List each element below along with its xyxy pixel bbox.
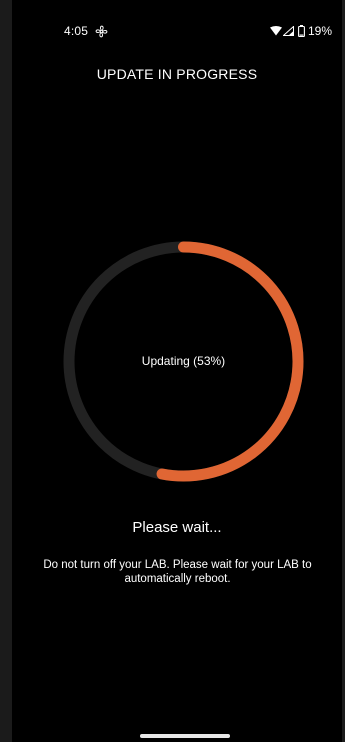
battery-icon <box>298 25 305 37</box>
status-bar: 4:05 19% <box>12 22 342 42</box>
home-indicator[interactable] <box>140 734 230 738</box>
battery-percentage: 19% <box>308 24 333 38</box>
page-title: UPDATE IN PROGRESS <box>96 66 258 82</box>
fan-icon <box>95 25 108 38</box>
progress-label: Updating (53%) <box>141 354 226 368</box>
wifi-icon <box>270 26 282 36</box>
signal-icon <box>283 26 294 36</box>
status-time: 4:05 <box>64 24 89 38</box>
warning-message: Do not turn off your LAB. Please wait fo… <box>43 559 312 585</box>
please-wait-heading: Please wait... <box>132 519 222 536</box>
left-edge-panel <box>0 0 12 742</box>
